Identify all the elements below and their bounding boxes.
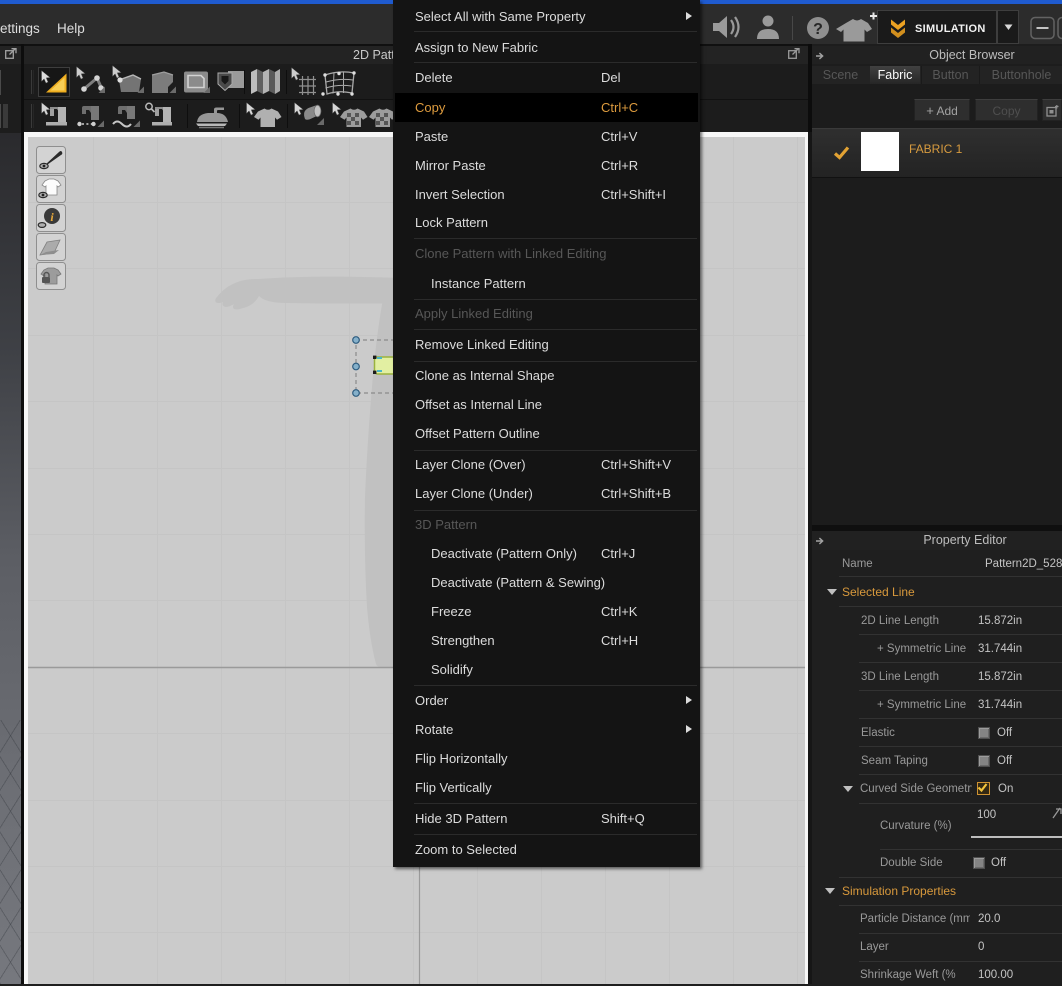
svg-text:?: ? [813, 21, 823, 38]
svg-text:SIMULATION: SIMULATION [915, 23, 986, 35]
